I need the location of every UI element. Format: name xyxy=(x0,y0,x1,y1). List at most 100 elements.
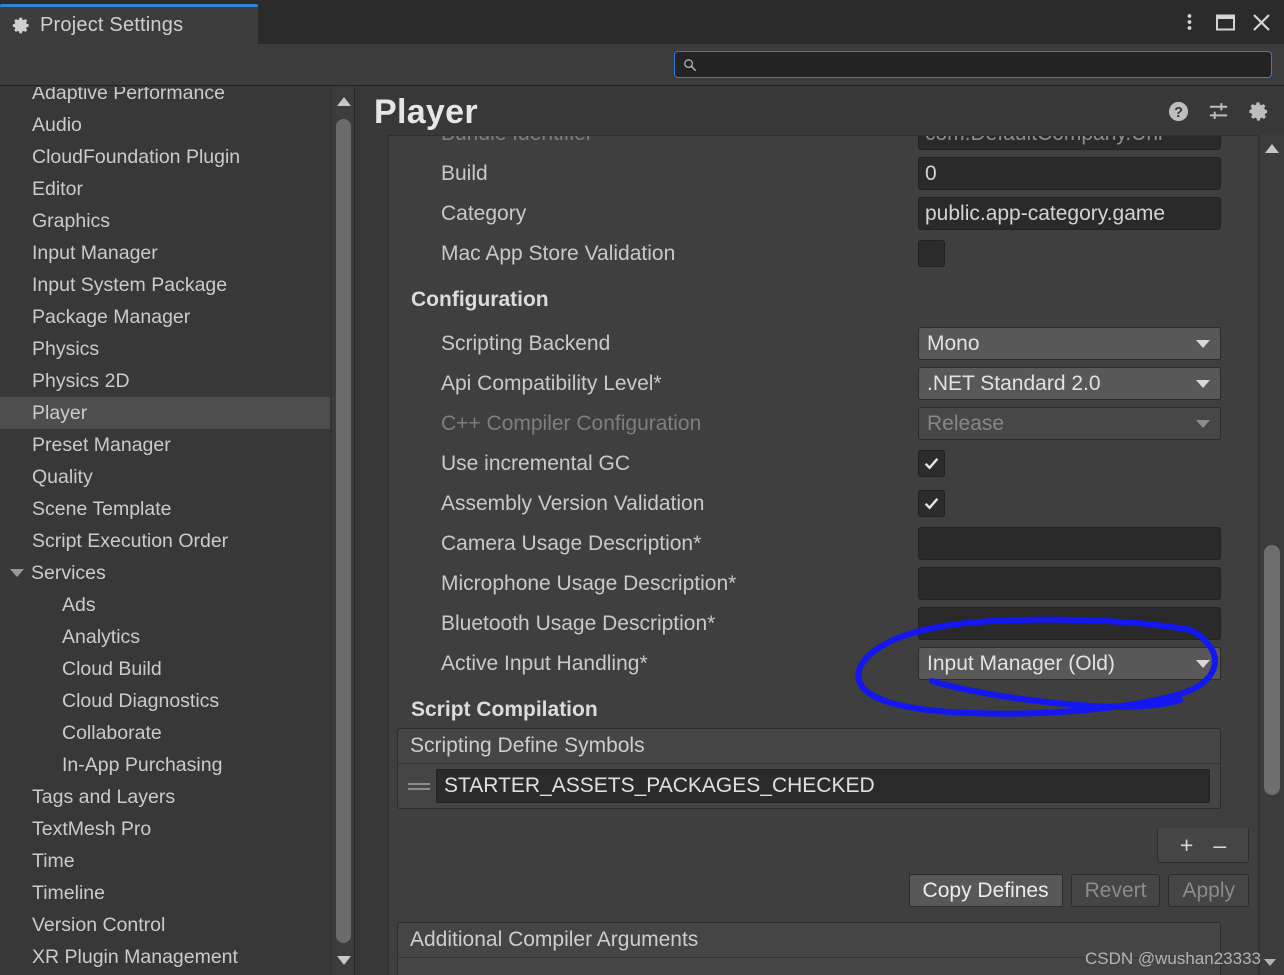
sidebar-item-xr-plugin-management[interactable]: XR Plugin Management xyxy=(0,941,330,973)
sidebar-item-cloud-build[interactable]: Cloud Build xyxy=(0,653,330,685)
row-assembly-version-validation: Assembly Version Validation xyxy=(389,484,1213,524)
sidebar-item-label: Collaborate xyxy=(62,721,162,744)
scripting-backend-dropdown[interactable]: Mono xyxy=(918,327,1221,360)
add-define-button[interactable]: + xyxy=(1180,833,1193,857)
sidebar-item-input-manager[interactable]: Input Manager xyxy=(0,237,330,269)
settings-sidebar[interactable]: Adaptive Performance Audio CloudFoundation… xyxy=(0,87,330,975)
define-symbol-input[interactable]: STARTER_ASSETS_PACKAGES_CHECKED xyxy=(436,769,1210,803)
sidebar-item-time[interactable]: Time xyxy=(0,845,330,877)
gear-icon xyxy=(12,16,31,35)
sidebar-item-ads[interactable]: Ads xyxy=(0,589,330,621)
gear-icon[interactable] xyxy=(1247,100,1270,123)
sidebar-item-quality[interactable]: Quality xyxy=(0,461,330,493)
sidebar-item-adaptive-performance[interactable]: Adaptive Performance xyxy=(0,87,330,109)
active-input-handling-dropdown[interactable]: Input Manager (Old) xyxy=(918,647,1221,680)
page-title: Player xyxy=(374,93,478,131)
microphone-usage-value[interactable] xyxy=(918,567,1221,600)
sidebar-item-label: Analytics xyxy=(62,625,141,648)
sidebar-item-preset-manager[interactable]: Preset Manager xyxy=(0,429,330,461)
sidebar-scroll-thumb[interactable] xyxy=(336,119,351,943)
sidebar-item-input-system-package[interactable]: Input System Package xyxy=(0,269,330,301)
help-icon[interactable]: ? xyxy=(1167,100,1190,123)
sidebar-item-in-app-purchasing[interactable]: In-App Purchasing xyxy=(0,749,330,781)
inspector-scrollbar[interactable] xyxy=(1259,135,1284,975)
microphone-usage-control[interactable] xyxy=(918,567,1221,600)
row-category: Category public.app-category.game xyxy=(389,194,1221,234)
sidebar-item-audio[interactable]: Audio xyxy=(0,109,330,141)
sidebar-item-physics-2d[interactable]: Physics 2D xyxy=(0,365,330,397)
row-cpp-compiler-configuration: C++ Compiler Configuration Release xyxy=(389,404,1221,444)
sidebar-item-editor[interactable]: Editor xyxy=(0,173,330,205)
inspector-scroll-thumb[interactable] xyxy=(1264,545,1280,795)
sidebar-item-scene-template[interactable]: Scene Template xyxy=(0,493,330,525)
sidebar-item-label: Version Control xyxy=(32,913,166,936)
drag-handle-icon[interactable] xyxy=(408,782,430,790)
bundle-identifier-value[interactable]: com.DefaultCompany.Uni xyxy=(918,136,1221,150)
search-row xyxy=(0,44,1284,86)
chevron-down-icon[interactable] xyxy=(10,569,24,577)
sidebar-item-label: TextMesh Pro xyxy=(32,817,152,840)
scroll-up-arrow-icon[interactable] xyxy=(1265,144,1279,153)
microphone-usage-label: Microphone Usage Description* xyxy=(441,572,737,595)
kebab-menu-icon[interactable] xyxy=(1172,2,1206,42)
mac-app-store-validation-checkbox[interactable] xyxy=(918,240,945,267)
dropdown-control[interactable]: .NET Standard 2.0 xyxy=(918,367,1221,400)
row-active-input-handling: Active Input Handling* Input Manager (Ol… xyxy=(389,644,1221,684)
sidebar-item-script-execution-order[interactable]: Script Execution Order xyxy=(0,525,330,557)
maximize-icon[interactable] xyxy=(1208,2,1242,42)
check-icon xyxy=(924,498,939,510)
sidebar-item-analytics[interactable]: Analytics xyxy=(0,621,330,653)
category-control[interactable]: public.app-category.game xyxy=(918,197,1221,230)
sidebar-item-collaborate[interactable]: Collaborate xyxy=(0,717,330,749)
preset-sliders-icon[interactable] xyxy=(1207,100,1230,123)
search-input[interactable] xyxy=(703,54,1243,75)
category-value[interactable]: public.app-category.game xyxy=(918,197,1221,230)
build-value[interactable]: 0 xyxy=(918,157,1221,190)
assembly-version-validation-checkbox[interactable] xyxy=(918,490,945,517)
camera-usage-value[interactable] xyxy=(918,527,1221,560)
checkbox-box[interactable] xyxy=(918,490,945,517)
sidebar-item-version-control[interactable]: Version Control xyxy=(0,909,330,941)
copy-defines-button[interactable]: Copy Defines xyxy=(908,874,1063,907)
search-box[interactable] xyxy=(674,51,1272,78)
apply-button: Apply xyxy=(1168,874,1249,907)
cpp-compiler-dropdown: Release xyxy=(918,407,1221,440)
chevron-down-icon xyxy=(1196,339,1210,348)
bluetooth-usage-value[interactable] xyxy=(918,607,1221,640)
sidebar-item-label: Timeline xyxy=(32,881,105,904)
sidebar-item-services[interactable]: Services xyxy=(0,557,330,589)
sidebar-scrollbar[interactable] xyxy=(331,87,355,975)
remove-define-button[interactable]: – xyxy=(1213,833,1226,857)
tab-project-settings[interactable]: Project Settings xyxy=(0,4,258,44)
bluetooth-usage-control[interactable] xyxy=(918,607,1221,640)
sidebar-item-physics[interactable]: Physics xyxy=(0,333,330,365)
active-input-handling-value: Input Manager (Old) xyxy=(927,651,1115,675)
list-add-remove-bar: + – xyxy=(1157,828,1249,863)
sidebar-item-player[interactable]: Player xyxy=(0,397,330,429)
dropdown-control[interactable]: Input Manager (Old) xyxy=(918,647,1221,680)
build-control[interactable]: 0 xyxy=(918,157,1221,190)
sidebar-item-timeline[interactable]: Timeline xyxy=(0,877,330,909)
dropdown-control[interactable]: Mono xyxy=(918,327,1221,360)
scroll-down-arrow-icon[interactable] xyxy=(337,956,351,965)
camera-usage-control[interactable] xyxy=(918,527,1221,560)
inspector-body: Bundle Identifier com.DefaultCompany.Uni… xyxy=(388,135,1257,975)
close-icon[interactable] xyxy=(1244,2,1278,42)
sidebar-item-graphics[interactable]: Graphics xyxy=(0,205,330,237)
scroll-up-arrow-icon[interactable] xyxy=(337,97,351,106)
sidebar-item-label: CloudFoundation Plugin xyxy=(32,145,241,168)
checkbox-box[interactable] xyxy=(918,240,945,267)
api-compatibility-dropdown[interactable]: .NET Standard 2.0 xyxy=(918,367,1221,400)
sidebar-item-textmesh-pro[interactable]: TextMesh Pro xyxy=(0,813,330,845)
sidebar-item-package-manager[interactable]: Package Manager xyxy=(0,301,330,333)
row-use-incremental-gc: Use incremental GC xyxy=(389,444,1213,484)
incremental-gc-checkbox[interactable] xyxy=(918,450,945,477)
bundle-identifier-control[interactable]: com.DefaultCompany.Uni xyxy=(918,136,1221,150)
sidebar-item-cloud-diagnostics[interactable]: Cloud Diagnostics xyxy=(0,685,330,717)
player-settings-panel: Player ? Build 0 Category public.app-cat… xyxy=(356,87,1284,975)
sidebar-item-tags-and-layers[interactable]: Tags and Layers xyxy=(0,781,330,813)
row-bundle-identifier: Bundle Identifier com.DefaultCompany.Uni xyxy=(389,136,1221,154)
checkbox-box[interactable] xyxy=(918,450,945,477)
sidebar-item-label: Player xyxy=(32,401,88,424)
sidebar-item-cloudfoundation-plugin[interactable]: CloudFoundation Plugin xyxy=(0,141,330,173)
